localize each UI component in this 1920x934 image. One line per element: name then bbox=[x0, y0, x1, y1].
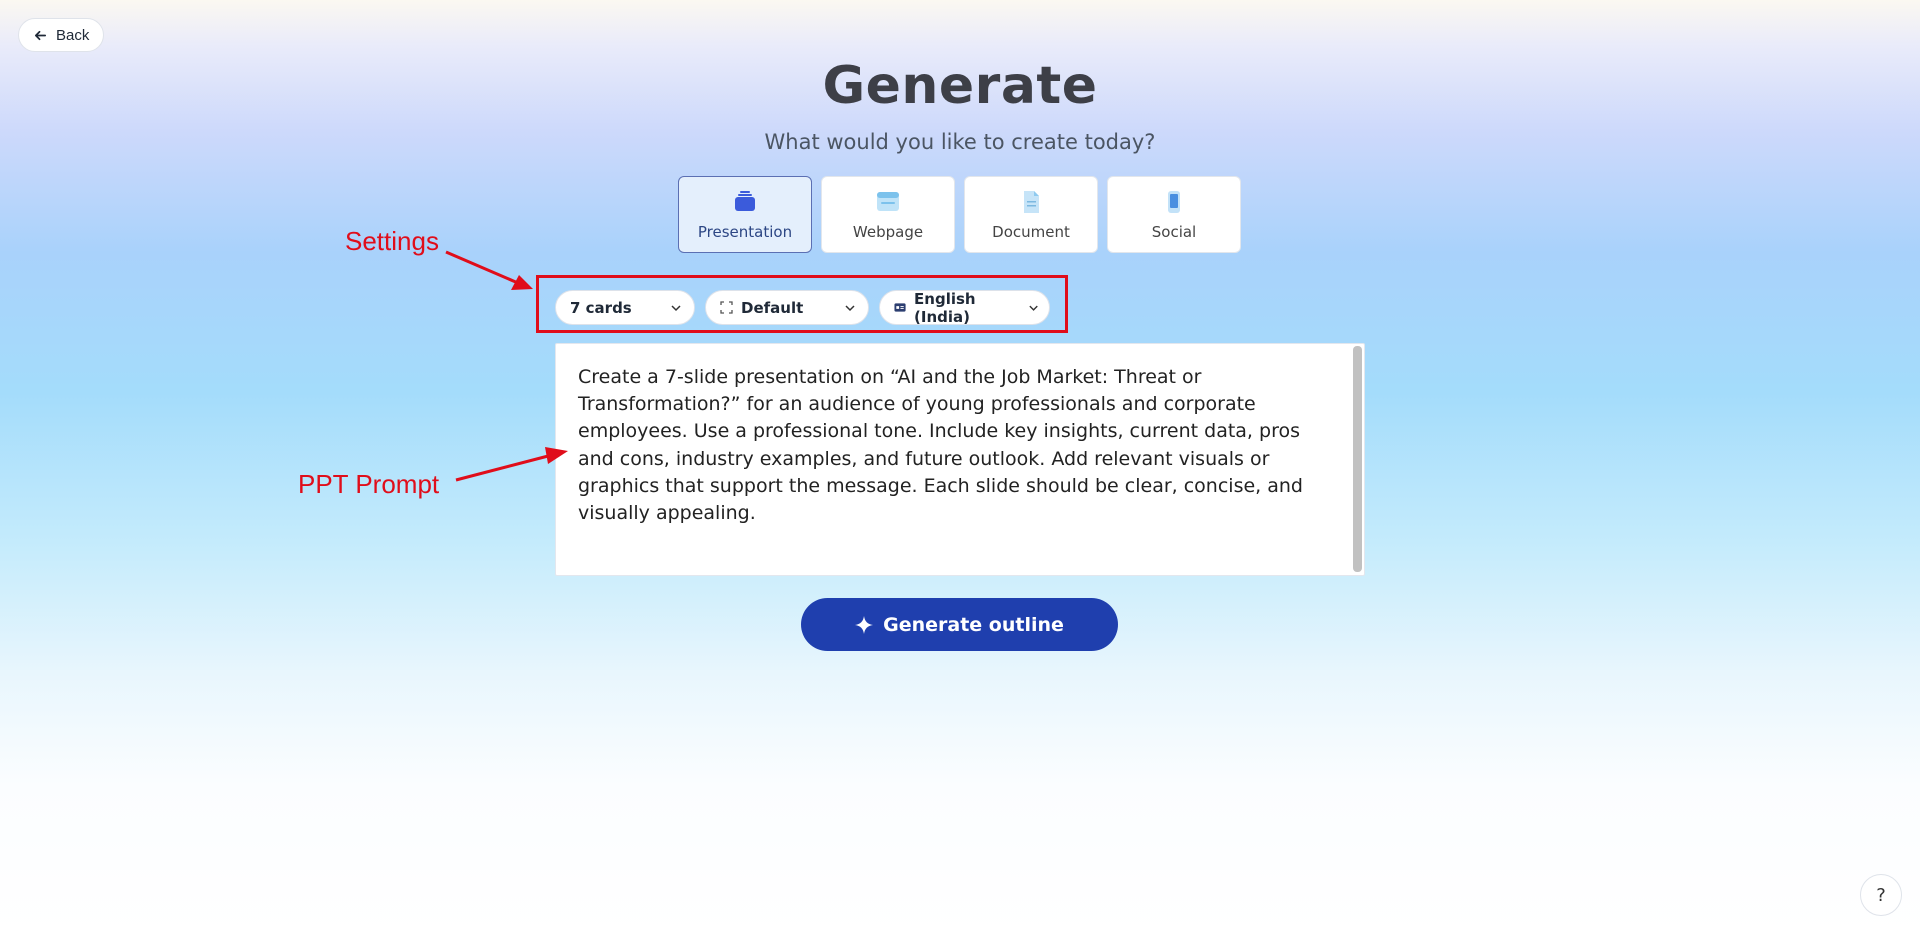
type-social[interactable]: Social bbox=[1107, 176, 1241, 253]
webpage-icon bbox=[877, 191, 899, 211]
cards-count-dropdown[interactable]: 7 cards bbox=[555, 290, 695, 325]
type-document[interactable]: Document bbox=[964, 176, 1098, 253]
content-type-selector: Presentation Webpage Document Social bbox=[678, 176, 1241, 253]
settings-annotation-label: Settings bbox=[345, 226, 439, 256]
type-presentation[interactable]: Presentation bbox=[678, 176, 812, 253]
arrow-left-icon bbox=[34, 30, 47, 40]
chevron-down-icon bbox=[845, 304, 855, 311]
type-webpage[interactable]: Webpage bbox=[821, 176, 955, 253]
fullscreen-icon bbox=[720, 301, 733, 314]
prompt-scrollbar[interactable] bbox=[1353, 346, 1362, 572]
generate-outline-label: Generate outline bbox=[883, 613, 1064, 636]
document-icon bbox=[1024, 190, 1039, 213]
page-title: Generate bbox=[822, 56, 1098, 116]
page-subtitle: What would you like to create today? bbox=[764, 130, 1156, 154]
back-button[interactable]: Back bbox=[18, 18, 105, 52]
sparkle-icon bbox=[855, 615, 874, 634]
back-label: Back bbox=[56, 26, 90, 44]
language-dropdown[interactable]: English (India) bbox=[879, 289, 1050, 326]
chevron-down-icon bbox=[1029, 305, 1038, 311]
prompt-annotation-label: PPT Prompt bbox=[298, 469, 440, 499]
prompt-input[interactable]: Create a 7-slide presentation on “AI and… bbox=[555, 343, 1365, 576]
generate-outline-button[interactable]: Generate outline bbox=[801, 598, 1118, 651]
type-label: Document bbox=[992, 222, 1070, 241]
chevron-down-icon bbox=[671, 304, 681, 311]
cards-count-value: 7 cards bbox=[570, 298, 632, 317]
phone-icon bbox=[1168, 190, 1180, 213]
settings-arrow bbox=[445, 250, 519, 285]
presentation-icon bbox=[735, 190, 755, 211]
language-value: English (India) bbox=[914, 289, 976, 326]
theme-dropdown[interactable]: Default bbox=[705, 290, 869, 325]
type-label: Social bbox=[1151, 222, 1197, 241]
language-icon bbox=[894, 303, 906, 312]
help-button[interactable]: ? bbox=[1860, 874, 1902, 916]
theme-value: Default bbox=[741, 298, 804, 317]
type-label: Webpage bbox=[852, 222, 924, 241]
type-label: Presentation bbox=[697, 222, 793, 241]
prompt-arrow bbox=[455, 453, 553, 482]
settings-arrowhead bbox=[511, 275, 533, 290]
